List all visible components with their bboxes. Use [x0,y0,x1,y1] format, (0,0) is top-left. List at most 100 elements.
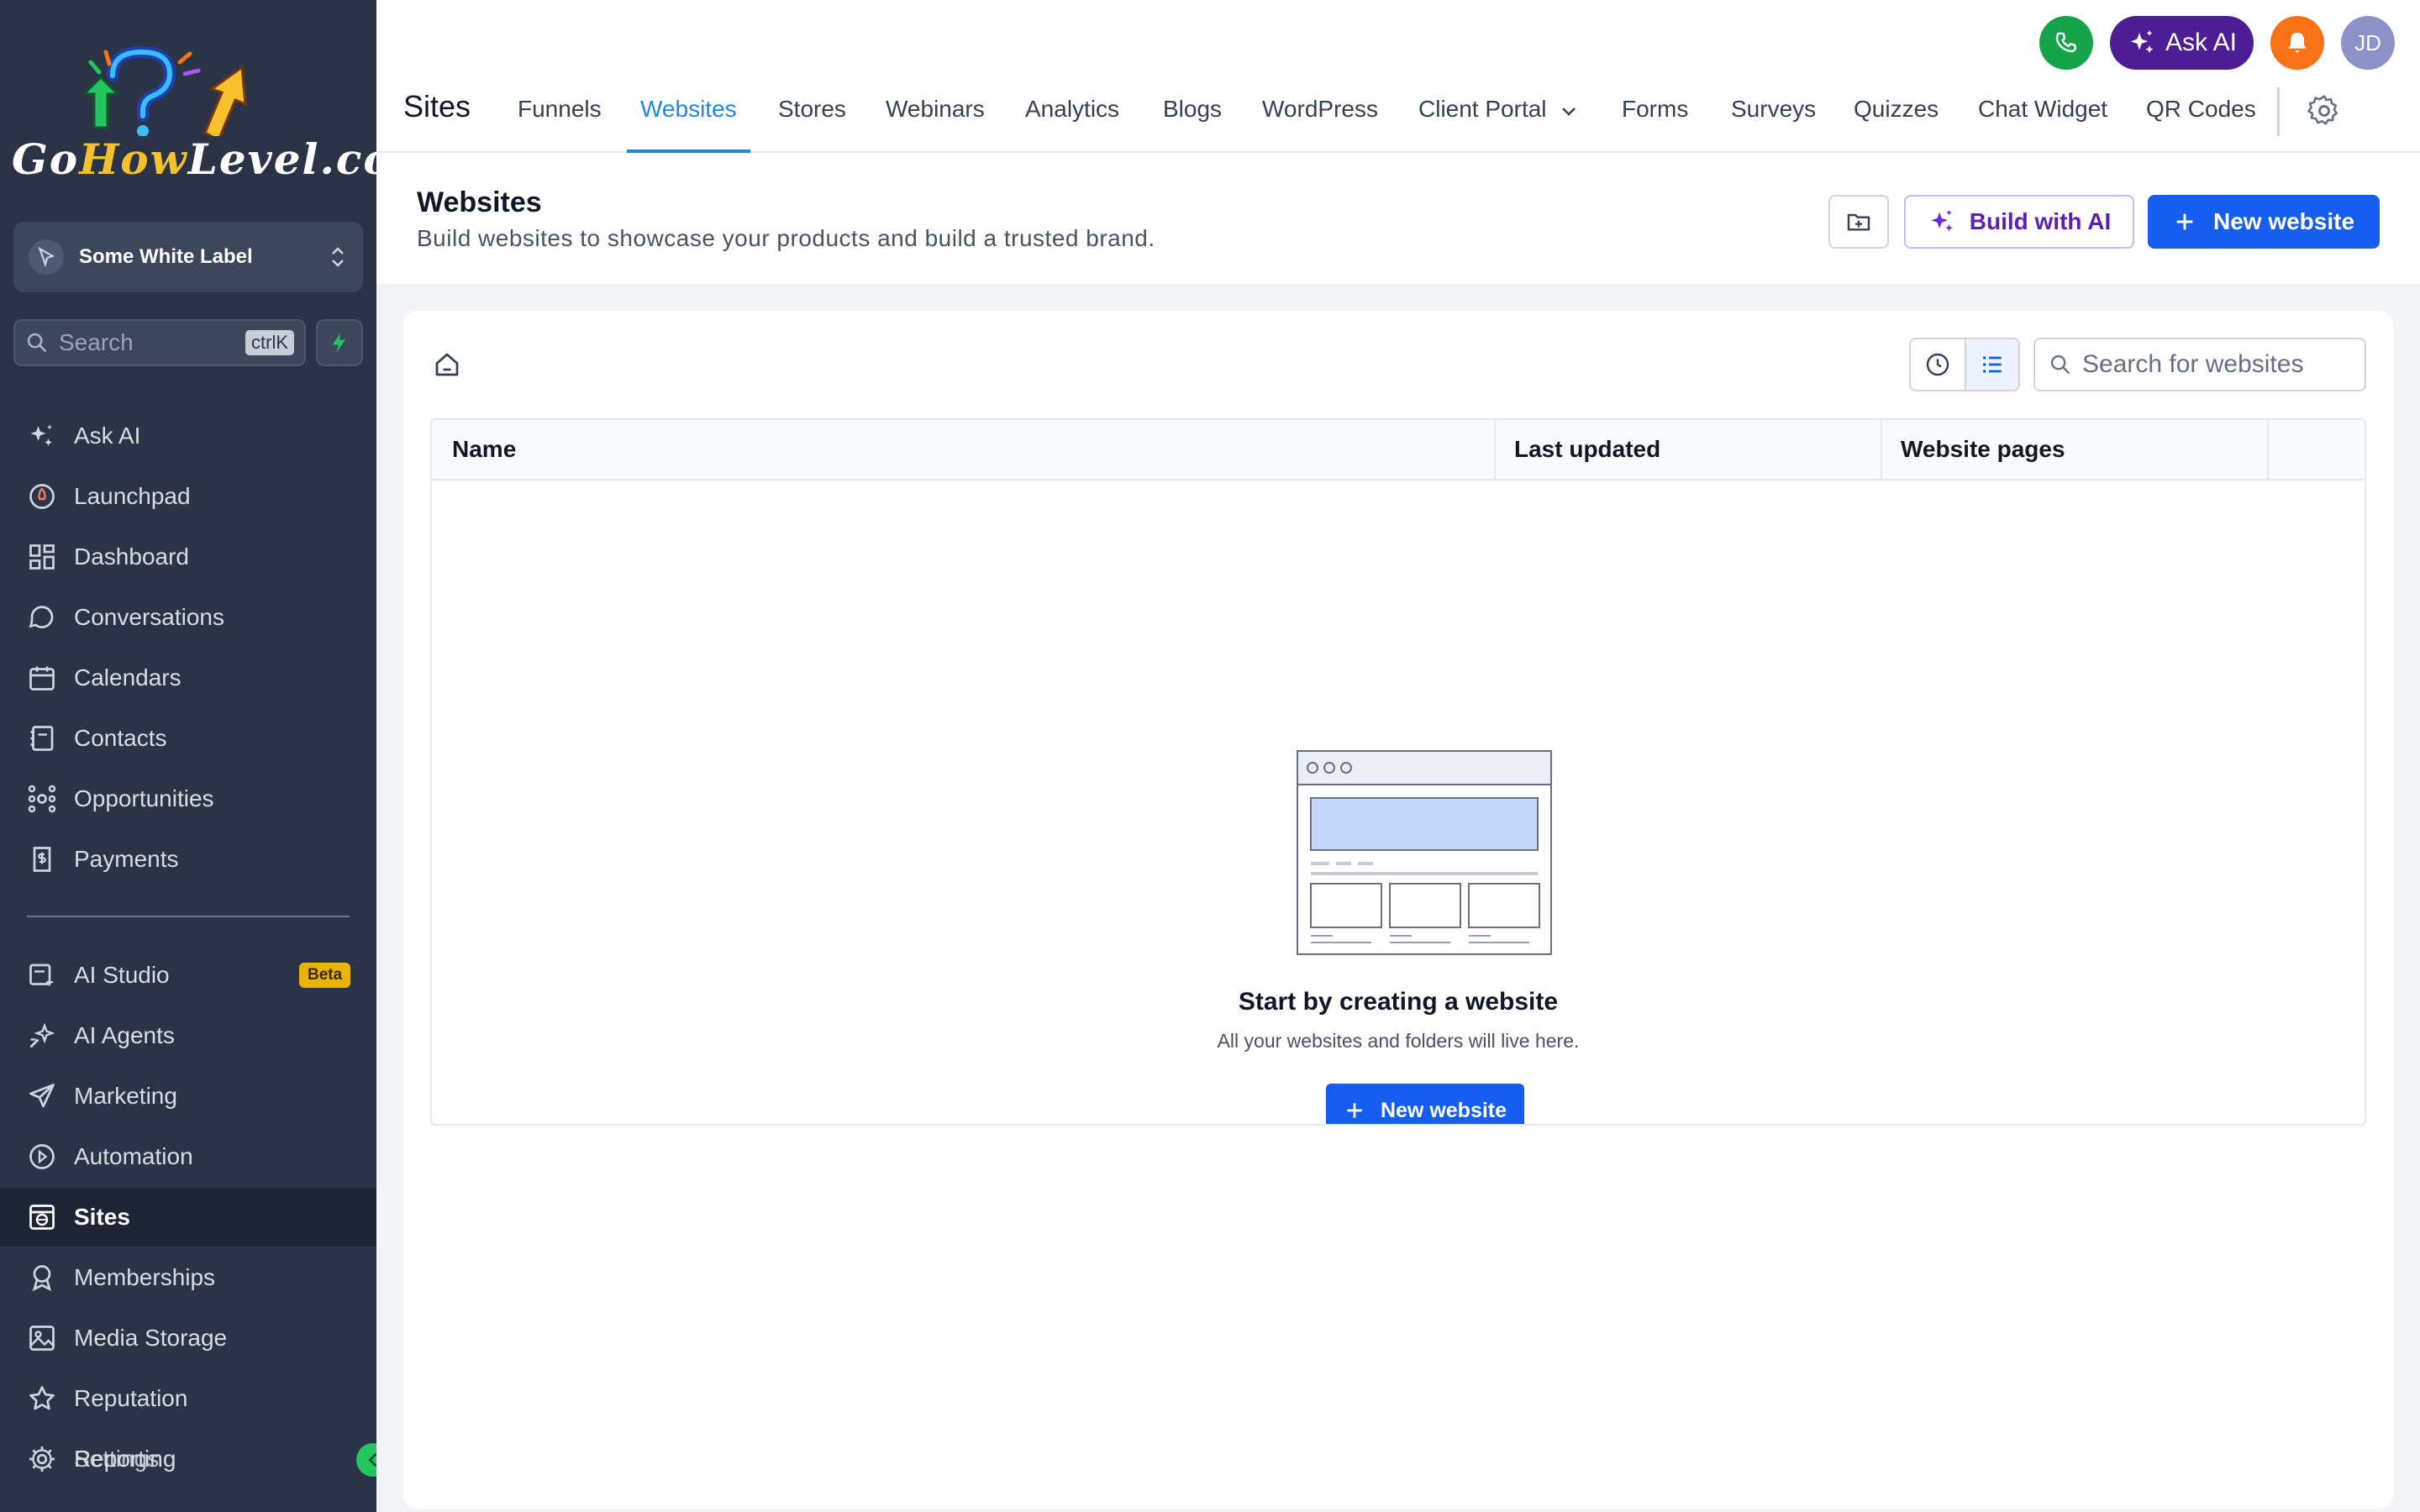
tab-chat-widget[interactable]: Chat Widget [1978,84,2107,153]
tab-label: Client Portal [1418,96,1547,122]
account-switcher[interactable]: Some White Label [13,222,363,292]
tab-webinars[interactable]: Webinars [886,84,985,153]
chevron-left-icon [368,1453,376,1467]
search-icon [27,333,47,353]
new-website-button[interactable]: New website [2148,195,2380,249]
home-icon[interactable] [432,349,462,380]
award-icon [32,1265,52,1292]
ask-ai-button[interactable]: Ask AI [2109,16,2254,70]
column-last-updated[interactable]: Last updated [1514,420,1660,479]
tab-qr-codes[interactable]: QR Codes [2146,84,2256,153]
lightning-icon [332,333,345,353]
sidebar-item-label: Conversations [74,604,224,630]
folder-plus-icon [1847,213,1870,231]
column-divider [1881,420,1882,479]
search-placeholder: Search [59,329,134,355]
sidebar-item-ai-agents[interactable]: AI Agents [0,1006,376,1065]
section-subtitle: Build websites to showcase your products… [417,225,1155,251]
sidebar-item-label: Opportunities [74,785,214,811]
payments-icon [33,847,51,872]
view-toggle [1909,338,2020,391]
sidebar-item-memberships[interactable]: Memberships [0,1248,376,1307]
tab-wordpress[interactable]: WordPress [1262,84,1378,153]
websites-card: Search for websites Name Last updated We… [403,311,2393,1509]
sidebar-item-label: Contacts [74,725,167,751]
automation-icon [29,1144,55,1169]
sidebar: GoHowLevel.com Some White Label Search c… [0,0,376,1512]
column-name[interactable]: Name [452,420,516,479]
column-website-pages[interactable]: Website pages [1901,420,2065,479]
empty-new-website-button[interactable]: New website [1326,1084,1524,1124]
sparkle-icon [2130,30,2154,54]
tab-quizzes[interactable]: Quizzes [1854,84,1939,153]
sidebar-item-label: AI Agents [74,1022,175,1048]
sidebar-item-ai-studio[interactable]: AI Studio Beta [0,946,376,1005]
sidebar-item-label: Marketing [74,1083,177,1109]
tab-analytics[interactable]: Analytics [1025,84,1119,153]
list-icon [1982,356,2002,373]
sidebar-item-payments[interactable]: Payments [0,830,376,889]
sidebar-item-label: Dashboard [74,543,189,570]
tab-surveys[interactable]: Surveys [1731,84,1816,153]
sidebar-item-conversations[interactable]: Conversations [0,588,376,647]
build-with-ai-label: Build with AI [1969,208,2112,234]
top-bar: Ask AI JD Sites Funnels Websites Stores … [376,0,2420,153]
beta-badge: Beta [299,963,351,988]
sidebar-item-label: Payments [74,846,179,872]
chevron-down-icon [1561,108,1576,116]
tab-websites[interactable]: Websites [627,84,750,153]
sidebar-item-label: Ask AI [74,423,141,449]
new-folder-button[interactable] [1828,195,1889,249]
tab-client-portal[interactable]: Client Portal [1418,84,1579,153]
phone-button[interactable] [2039,16,2093,70]
gear-icon [29,1446,55,1472]
sidebar-item-media-storage[interactable]: Media Storage [0,1309,376,1368]
user-avatar[interactable]: JD [2341,16,2395,70]
opportunities-icon [28,785,56,813]
image-icon [29,1326,55,1351]
globe-window-icon [29,1205,55,1230]
website-search-input[interactable]: Search for websites [2033,338,2366,391]
list-view-button[interactable] [1964,339,2018,390]
sidebar-item-marketing[interactable]: Marketing [0,1067,376,1126]
sidebar-item-label: Memberships [74,1264,216,1290]
bell-icon [2288,33,2307,53]
sidebar-item-launchpad[interactable]: Launchpad [0,467,376,526]
sites-settings-button[interactable] [2306,92,2343,129]
tab-forms[interactable]: Forms [1622,84,1688,153]
new-website-label: New website [2212,208,2355,234]
account-name: Some White Label [79,245,253,268]
logo-wordmark: GoHowLevel.com [12,134,376,184]
rocket-icon [29,484,55,509]
sidebar-search[interactable]: Search ctrlK [13,319,306,366]
tab-funnels[interactable]: Funnels [518,84,602,153]
sidebar-item-label: Media Storage [74,1325,228,1351]
sidebar-item-sites[interactable]: Sites [0,1188,376,1247]
send-icon [29,1084,55,1108]
sidebar-item-ask-ai[interactable]: Ask AI [0,407,376,465]
contacts-icon [30,726,54,751]
sidebar-item-calendars[interactable]: Calendars [0,648,376,707]
sidebar-item-dashboard[interactable]: Dashboard [0,528,376,586]
sidebar-item-reporting[interactable]: Reporting Settings [0,1430,376,1488]
clock-icon [1926,353,1949,376]
sidebar-item-automation[interactable]: Automation [0,1127,376,1186]
column-divider [1494,420,1496,479]
gear-icon [2307,95,2338,125]
top-actions: Ask AI JD [2023,15,2395,71]
sidebar-item-contacts[interactable]: Contacts [0,709,376,768]
chevron-updown-icon [332,247,344,267]
sidebar-item-reputation[interactable]: Reputation [0,1369,376,1428]
sidebar-item-label: Sites [74,1204,130,1230]
chat-bubble-icon [29,606,54,628]
tab-blogs[interactable]: Blogs [1163,84,1222,153]
phone-icon [2055,32,2076,53]
recent-view-button[interactable] [1911,339,1965,390]
notifications-button[interactable] [2270,16,2324,70]
build-with-ai-button[interactable]: Build with AI [1904,195,2134,249]
brand-logo[interactable]: GoHowLevel.com [12,44,376,186]
tab-stores[interactable]: Stores [778,84,846,153]
sidebar-item-opportunities[interactable]: Opportunities [0,769,376,828]
sidebar-item-label: Reputation [74,1385,188,1411]
quick-action-button[interactable] [316,319,363,366]
